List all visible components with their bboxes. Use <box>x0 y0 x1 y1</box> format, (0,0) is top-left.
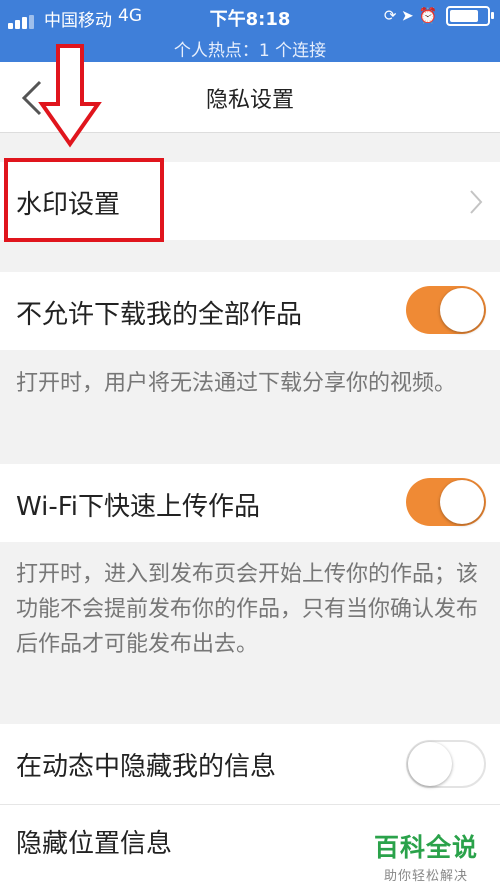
setting-description: 打开时，用户将无法通过下载分享你的视频。 <box>16 371 457 396</box>
watermark-logo: 百科全说 助你轻松解决 <box>374 828 478 884</box>
setting-label: 不允许下载我的全部作品 <box>16 300 303 330</box>
setting-row-hide-activity: 在动态中隐藏我的信息 <box>0 724 500 804</box>
location-icon: ➤ <box>401 6 414 25</box>
setting-label: 隐藏位置信息 <box>16 829 173 859</box>
annotation-arrow-icon <box>38 44 102 148</box>
wifi-upload-toggle[interactable] <box>406 478 486 526</box>
setting-label: 在动态中隐藏我的信息 <box>16 752 277 782</box>
setting-row-wifi-upload: Wi-Fi下快速上传作品 <box>0 464 500 542</box>
battery-icon <box>446 6 494 26</box>
alarm-icon: ⏰ <box>418 6 438 25</box>
setting-row-disable-download: 不允许下载我的全部作品 <box>0 272 500 350</box>
disable-download-toggle[interactable] <box>406 286 486 334</box>
hide-activity-toggle[interactable] <box>406 740 486 788</box>
watermark-logo-subtitle: 助你轻松解决 <box>384 869 469 884</box>
setting-label: Wi-Fi下快速上传作品 <box>16 492 261 522</box>
setting-description: 打开时，进入到发布页会开始上传你的作品；该功能不会提前发布你的作品，只有当你确认… <box>16 562 479 657</box>
watermark-logo-title: 百科全说 <box>374 833 479 862</box>
chevron-right-icon <box>470 190 483 214</box>
rotation-lock-icon: ⟳ <box>383 6 397 25</box>
annotation-highlight-box <box>4 158 164 242</box>
